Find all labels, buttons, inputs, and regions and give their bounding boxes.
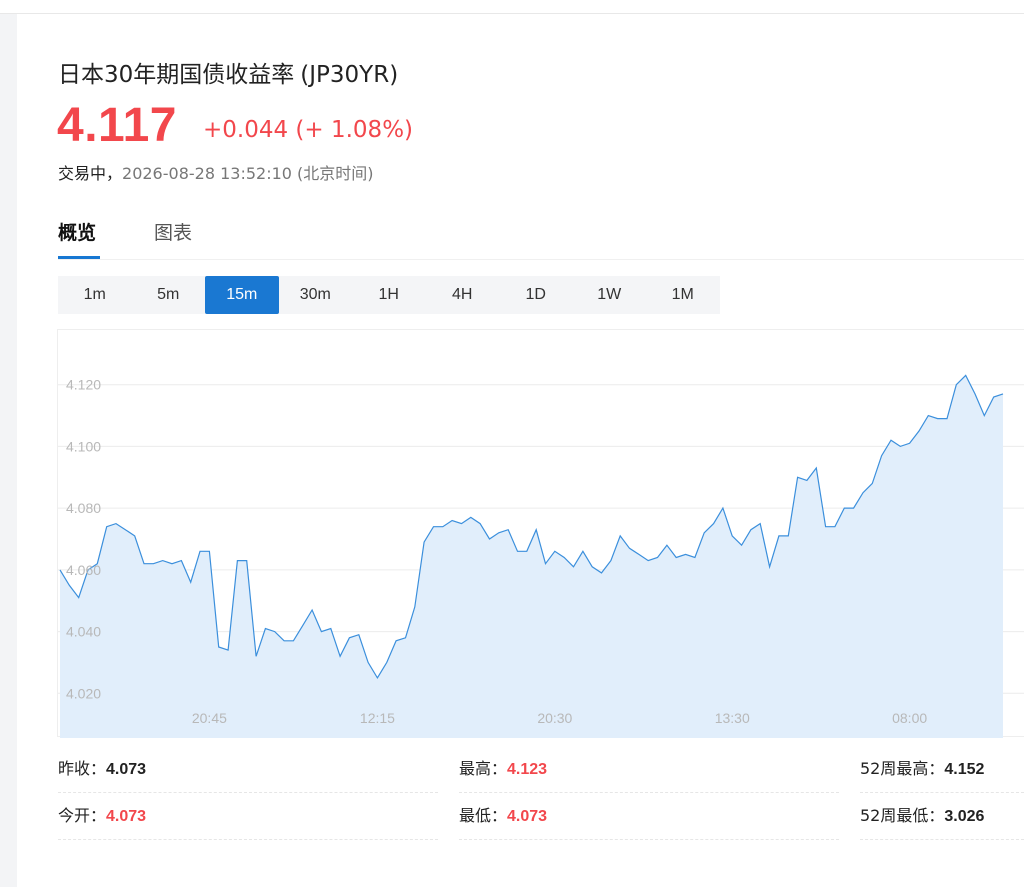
tab-chart[interactable]: 图表 — [154, 218, 192, 245]
y-tick-label: 4.060 — [66, 562, 101, 578]
stat-label: 今开： — [58, 806, 107, 825]
stat-low: 最低：4.073 — [459, 792, 547, 839]
trading-state: 交易中， — [58, 164, 123, 183]
interval-1d[interactable]: 1D — [499, 276, 573, 314]
market-status: 交易中，2026-08-28 13:52:10 (北京时间) — [58, 160, 374, 184]
stat-high: 最高：4.123 — [459, 745, 547, 792]
stat-value: 4.073 — [106, 761, 147, 778]
tab-overview[interactable]: 概览 — [58, 218, 96, 245]
x-tick-label: 08:00 — [892, 710, 927, 726]
tabs-divider — [58, 259, 1024, 260]
row-divider — [860, 839, 1024, 841]
stat-value: 4.152 — [944, 761, 985, 778]
x-tick-label: 20:45 — [192, 710, 227, 726]
instrument-code: (JP30YR) — [300, 62, 399, 88]
price-change: +0.044 (+ 1.08%) — [203, 117, 414, 143]
stat-value: 3.026 — [944, 808, 985, 825]
stat-open: 今开：4.073 — [58, 792, 146, 839]
stat-52w-high: 52周最高：4.152 — [860, 745, 984, 792]
y-tick-label: 4.080 — [66, 500, 101, 516]
row-divider — [58, 839, 438, 841]
interval-15m[interactable]: 15m — [205, 276, 279, 314]
stat-prev-close: 昨收：4.073 — [58, 745, 146, 792]
stat-value: 4.073 — [507, 808, 548, 825]
interval-4h[interactable]: 4H — [426, 276, 500, 314]
interval-5m[interactable]: 5m — [132, 276, 206, 314]
stat-value: 4.073 — [106, 808, 147, 825]
timestamp: 2026-08-28 13:52:10 (北京时间) — [122, 164, 374, 183]
y-tick-label: 4.120 — [66, 377, 101, 393]
chart-svg: 4.120 4.100 4.080 4.060 4.040 4.020 20:45 12:15… — [58, 374, 1024, 738]
x-tick-label: 13:30 — [715, 710, 750, 726]
interval-1h[interactable]: 1H — [352, 276, 426, 314]
stat-label: 最高： — [459, 759, 508, 778]
stat-52w-low: 52周最低：3.026 — [860, 792, 984, 839]
top-divider — [0, 13, 1024, 14]
left-gutter — [0, 14, 17, 887]
interval-1m[interactable]: 1m — [58, 276, 132, 314]
stat-label: 52周最低： — [860, 806, 945, 825]
stat-label: 52周最高： — [860, 759, 945, 778]
current-price: 4.117 — [57, 99, 177, 152]
stat-label: 最低： — [459, 806, 508, 825]
interval-1w[interactable]: 1W — [573, 276, 647, 314]
x-tick-label: 20:30 — [537, 710, 572, 726]
price-chart[interactable]: 4.120 4.100 4.080 4.060 4.040 4.020 20:45 12:15… — [57, 329, 1024, 738]
row-divider — [459, 839, 839, 841]
stat-value: 4.123 — [507, 761, 548, 778]
y-tick-label: 4.100 — [66, 438, 101, 454]
y-tick-label: 4.020 — [66, 685, 101, 701]
series-area — [60, 375, 1003, 738]
y-tick-label: 4.040 — [66, 624, 101, 640]
stat-label: 昨收： — [58, 759, 107, 778]
instrument-name: 日本30年期国债收益率 — [58, 62, 295, 88]
interval-selector: 1m 5m 15m 30m 1H 4H 1D 1W 1M — [58, 276, 720, 314]
x-tick-label: 12:15 — [360, 710, 395, 726]
interval-30m[interactable]: 30m — [279, 276, 353, 314]
interval-1mo[interactable]: 1M — [646, 276, 720, 314]
page-title: 日本30年期国债收益率 (JP30YR) — [58, 55, 398, 89]
